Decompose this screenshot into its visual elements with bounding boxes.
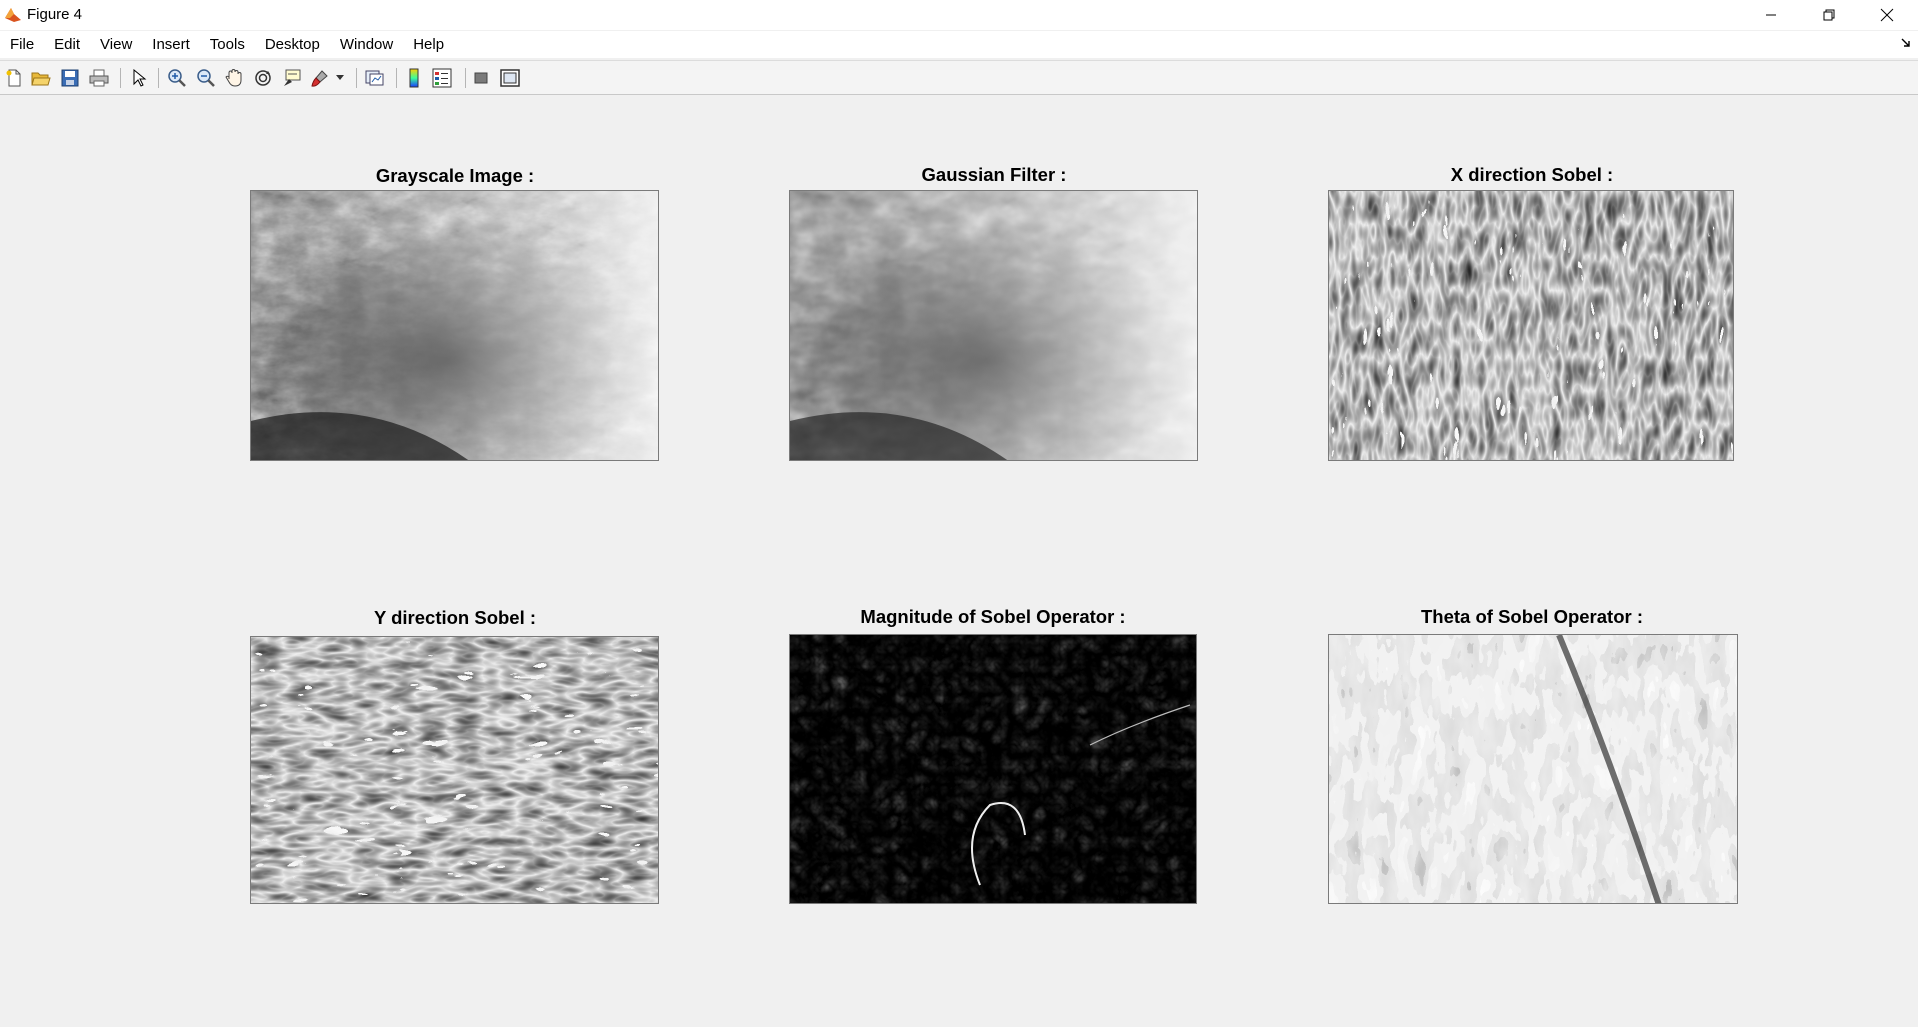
menu-bar: File Edit View Insert Tools Desktop Wind… <box>0 31 1918 58</box>
gaussian-filter-image <box>789 190 1198 461</box>
window-titlebar: Figure 4 <box>0 0 1918 30</box>
subplot-title-grayscale: Grayscale Image : <box>375 165 535 186</box>
data-cursor-icon[interactable] <box>281 67 303 89</box>
insert-colorbar-icon[interactable] <box>403 67 425 89</box>
insert-legend-icon[interactable] <box>431 67 453 89</box>
close-icon <box>1880 8 1894 22</box>
figure-toolbar <box>0 60 1918 95</box>
menu-tools[interactable]: Tools <box>200 31 255 58</box>
link-plot-icon[interactable] <box>364 67 386 89</box>
theta-sobel-image <box>1328 634 1738 904</box>
minimize-button[interactable] <box>1742 0 1800 30</box>
menu-desktop[interactable]: Desktop <box>255 31 330 58</box>
matlab-icon <box>5 8 21 22</box>
restore-button[interactable] <box>1800 0 1858 30</box>
y-direction-sobel-image <box>250 636 659 904</box>
x-direction-sobel-image <box>1328 190 1734 461</box>
minimize-icon <box>1766 14 1776 16</box>
pan-icon[interactable] <box>223 67 245 89</box>
menu-insert[interactable]: Insert <box>142 31 200 58</box>
subplot-title-y-sobel: Y direction Sobel : <box>373 607 537 628</box>
menu-help[interactable]: Help <box>403 31 454 58</box>
open-file-icon[interactable] <box>30 67 52 89</box>
menu-file[interactable]: File <box>0 31 44 58</box>
brush-dropdown-icon[interactable] <box>334 67 346 89</box>
grayscale-wave-image <box>250 190 659 461</box>
menu-edit[interactable]: Edit <box>44 31 90 58</box>
hide-plot-tools-icon[interactable] <box>470 67 492 89</box>
subplot-title-gaussian: Gaussian Filter : <box>921 164 1067 185</box>
restore-icon <box>1823 9 1835 21</box>
magnitude-sobel-image <box>789 634 1197 904</box>
window-title: Figure 4 <box>27 6 83 23</box>
subplot-title-x-sobel: X direction Sobel : <box>1450 164 1614 185</box>
zoom-in-icon[interactable] <box>166 67 188 89</box>
new-figure-icon[interactable] <box>3 67 25 89</box>
save-icon[interactable] <box>59 67 81 89</box>
menu-window[interactable]: Window <box>330 31 403 58</box>
close-button[interactable] <box>1858 0 1916 30</box>
subplot-title-magnitude: Magnitude of Sobel Operator : <box>860 606 1126 627</box>
rotate-3d-icon[interactable] <box>252 67 274 89</box>
print-icon[interactable] <box>88 67 110 89</box>
subplot-title-theta: Theta of Sobel Operator : <box>1420 606 1644 627</box>
show-plot-tools-icon[interactable] <box>499 67 521 89</box>
brush-icon[interactable] <box>310 67 332 89</box>
menu-view[interactable]: View <box>90 31 142 58</box>
dock-figure-icon[interactable] <box>1900 37 1912 49</box>
zoom-out-icon[interactable] <box>195 67 217 89</box>
edit-plot-icon[interactable] <box>128 67 150 89</box>
